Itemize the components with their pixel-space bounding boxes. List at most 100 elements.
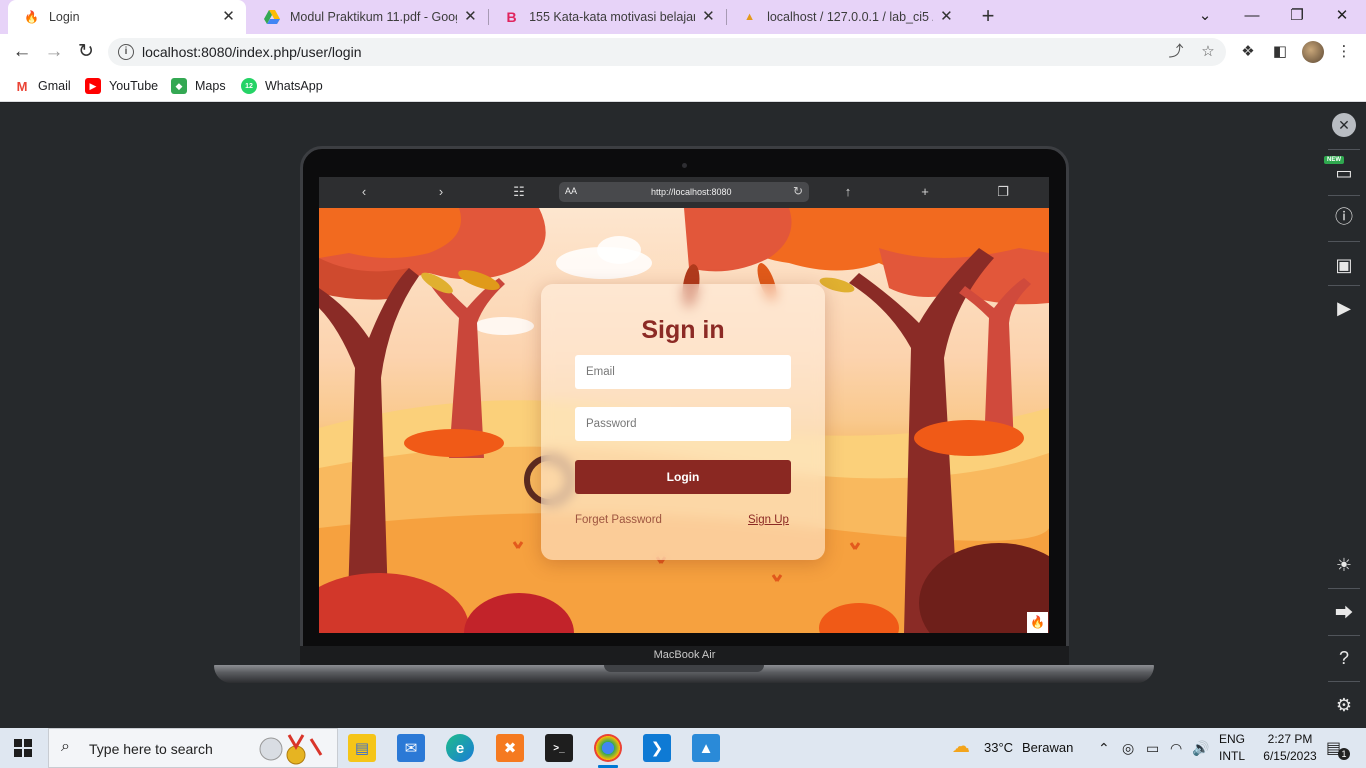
panel-divider xyxy=(1328,241,1360,242)
address-url[interactable]: localhost:8080/index.php/user/login xyxy=(142,44,362,60)
safari-url[interactable]: http://localhost:8080 xyxy=(651,187,732,197)
side-panel-icon[interactable]: ◧ xyxy=(1270,42,1290,62)
terminal-icon[interactable]: >_ xyxy=(545,734,573,762)
safari-tabs-icon[interactable]: ❐ xyxy=(994,183,1012,201)
macbook-model-label: MacBook Air xyxy=(653,649,716,661)
menu-kebab-icon[interactable]: ⋮ xyxy=(1334,42,1354,62)
close-tab-icon[interactable]: ✕ xyxy=(463,9,478,25)
safari-bookmarks-icon[interactable]: ☷ xyxy=(510,183,528,201)
tab-search-chevron-icon[interactable]: ⌄ xyxy=(1191,4,1219,28)
bookmark-label: YouTube xyxy=(109,79,159,93)
file-explorer-icon[interactable]: ▤ xyxy=(348,734,376,762)
login-card: Sign in Login Forget Password Sign Up xyxy=(541,284,825,560)
device-mockup-panel: ✕ NEW ▭ ⓘ ▣ ▶ ☀ ⮕ ? ⚙ xyxy=(1320,103,1366,728)
language-top[interactable]: ENG xyxy=(1219,732,1245,746)
clock-date[interactable]: 6/15/2023 xyxy=(1255,749,1325,763)
weather-temp[interactable]: 33°C xyxy=(984,740,1013,755)
edge-icon[interactable]: e xyxy=(446,734,474,762)
wifi-icon[interactable]: ◠ xyxy=(1170,740,1182,757)
bookmark-label: Gmail xyxy=(38,79,71,93)
youtube-icon: ▶ xyxy=(85,78,101,94)
safari-newtab-icon[interactable]: + xyxy=(916,183,934,201)
reload-button[interactable]: ↻ xyxy=(72,38,100,66)
close-tab-icon[interactable]: ✕ xyxy=(939,9,954,25)
login-button[interactable]: Login xyxy=(575,460,791,494)
tab-strip: 🔥 Login ✕ Modul Praktikum 11.pdf - Googl… xyxy=(0,0,1366,34)
safari-address-bar[interactable]: AA http://localhost:8080 ↻ xyxy=(559,182,809,202)
safari-share-icon[interactable]: ↑ xyxy=(839,183,857,201)
close-icon[interactable]: ✕ xyxy=(1332,113,1356,137)
notification-count[interactable]: 1 xyxy=(1338,748,1350,760)
email-field[interactable] xyxy=(575,355,791,389)
safari-back-icon[interactable]: ‹ xyxy=(355,183,373,201)
tab-title: Login xyxy=(48,10,80,24)
forward-button[interactable]: → xyxy=(40,38,68,66)
tab-title: localhost / 127.0.0.1 / lab_ci5 / ar xyxy=(767,10,933,24)
safari-forward-icon[interactable]: › xyxy=(432,183,450,201)
panel-divider xyxy=(1328,285,1360,286)
b-brand-icon: B xyxy=(506,9,517,25)
profile-avatar[interactable] xyxy=(1302,41,1324,63)
panel-divider xyxy=(1328,635,1360,636)
close-tab-icon[interactable]: ✕ xyxy=(221,9,236,25)
settings-gear-icon[interactable]: ⚙ xyxy=(1332,693,1356,717)
extensions-puzzle-icon[interactable]: ❖ xyxy=(1238,42,1258,62)
camera-dot xyxy=(682,163,687,168)
search-highlight-icon xyxy=(259,734,323,765)
battery-icon[interactable]: ▭ xyxy=(1146,740,1159,757)
gmail-icon: M xyxy=(14,78,30,94)
video-icon[interactable]: ▶ xyxy=(1332,296,1356,320)
share-nodes-icon[interactable]: ⮕ xyxy=(1332,601,1356,625)
clock-time[interactable]: 2:27 PM xyxy=(1260,732,1320,746)
panel-divider xyxy=(1328,149,1360,150)
maps-icon: ◆ xyxy=(171,78,187,94)
restore-button[interactable]: ❐ xyxy=(1283,4,1311,28)
bookmark-youtube[interactable]: ▶ YouTube xyxy=(85,76,158,96)
forget-password-link[interactable]: Forget Password xyxy=(575,514,662,526)
devices-icon[interactable]: ▭ xyxy=(1332,161,1356,185)
weather-desc[interactable]: Berawan xyxy=(1022,740,1073,755)
tab-title: Modul Praktikum 11.pdf - Google Drive xyxy=(290,10,457,24)
safari-aa-label[interactable]: AA xyxy=(565,186,577,196)
minimize-button[interactable]: — xyxy=(1238,4,1266,28)
flame-icon: 🔥 xyxy=(24,10,39,24)
meet-now-icon[interactable]: ◎ xyxy=(1122,740,1134,757)
new-tab-button[interactable]: + xyxy=(976,5,1000,29)
back-button[interactable]: ← xyxy=(8,38,36,66)
close-window-button[interactable]: ✕ xyxy=(1328,4,1356,28)
bookmark-star-icon[interactable]: ☆ xyxy=(1198,42,1218,62)
close-tab-icon[interactable]: ✕ xyxy=(701,9,716,25)
address-bar[interactable]: i localhost:8080/index.php/user/login ⤴ … xyxy=(108,38,1226,66)
site-info-icon[interactable]: i xyxy=(118,44,134,60)
info-icon[interactable]: ⓘ xyxy=(1332,205,1356,229)
taskbar-search-box[interactable]: ⌕ Type here to search xyxy=(48,728,338,768)
google-drive-icon xyxy=(264,9,280,25)
search-placeholder: Type here to search xyxy=(89,741,213,757)
chevron-up-icon[interactable]: ⌃ xyxy=(1098,740,1110,757)
safari-reload-icon[interactable]: ↻ xyxy=(793,184,803,198)
bookmark-maps[interactable]: ◆ Maps xyxy=(171,76,226,96)
chrome-icon[interactable] xyxy=(594,734,622,768)
panel-divider xyxy=(1328,588,1360,589)
sign-up-link[interactable]: Sign Up xyxy=(748,514,789,526)
tab-login[interactable]: 🔥 Login ✕ xyxy=(8,0,246,34)
weather-icon[interactable]: ☁ xyxy=(952,736,970,757)
xampp-icon[interactable]: ✖ xyxy=(496,734,524,762)
tab-modul-praktikum[interactable]: Modul Praktikum 11.pdf - Google Drive ✕ xyxy=(248,0,488,34)
share-icon[interactable]: ⤴ xyxy=(1166,42,1186,62)
camera-icon[interactable]: ▣ xyxy=(1332,253,1356,277)
flame-icon[interactable]: 🔥 xyxy=(1027,612,1048,633)
vscode-icon[interactable]: ❯ xyxy=(643,734,671,762)
language-bottom[interactable]: INTL xyxy=(1219,749,1245,763)
tab-kata-motivasi[interactable]: B 155 Kata-kata motivasi belajar, m ✕ xyxy=(488,0,726,34)
mail-icon[interactable]: ✉ xyxy=(397,734,425,762)
password-field[interactable] xyxy=(575,407,791,441)
tab-phpmyadmin[interactable]: ▲ localhost / 127.0.0.1 / lab_ci5 / ar ✕ xyxy=(726,0,964,34)
windows-start-button[interactable] xyxy=(14,739,32,757)
photos-icon[interactable]: ▲ xyxy=(692,734,720,762)
brightness-icon[interactable]: ☀ xyxy=(1332,553,1356,577)
volume-icon[interactable]: 🔊 xyxy=(1192,740,1209,757)
bookmark-gmail[interactable]: M Gmail xyxy=(14,76,71,96)
bookmark-whatsapp[interactable]: 12 WhatsApp xyxy=(241,76,323,96)
help-icon[interactable]: ? xyxy=(1332,646,1356,670)
